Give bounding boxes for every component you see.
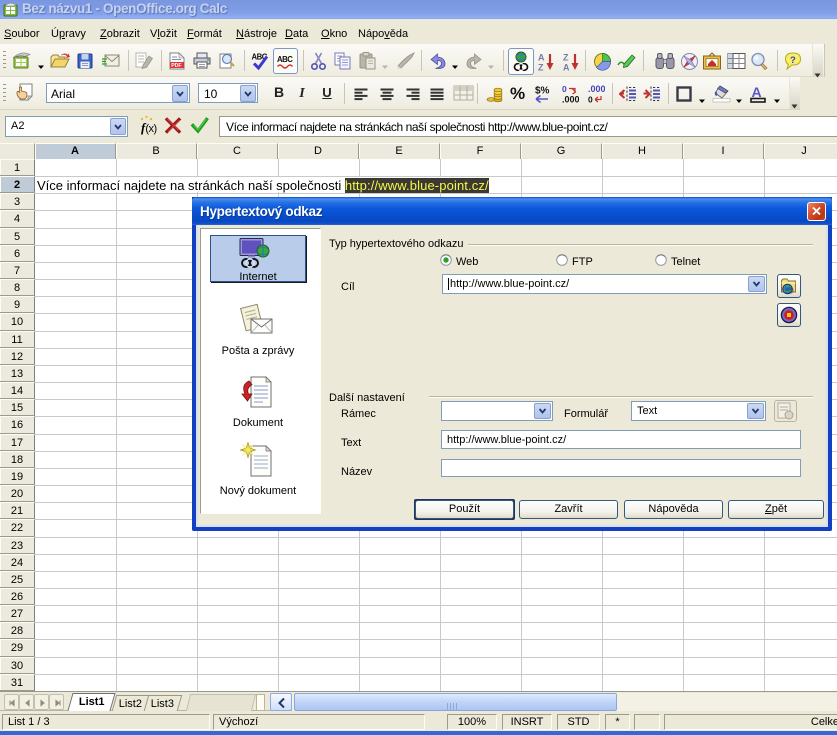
svg-text:A: A xyxy=(538,53,545,63)
svg-text:0: 0 xyxy=(562,84,567,94)
svg-text:A: A xyxy=(752,84,762,100)
svg-text:0: 0 xyxy=(588,95,593,105)
svg-text:.000: .000 xyxy=(562,95,579,105)
svg-text:$%: $% xyxy=(535,86,550,97)
svg-text:Z: Z xyxy=(563,53,569,63)
svg-text:.000: .000 xyxy=(588,84,605,94)
svg-text:A: A xyxy=(563,63,570,72)
svg-text:?: ? xyxy=(790,55,796,66)
svg-text:PDF: PDF xyxy=(171,63,181,69)
svg-text:Z: Z xyxy=(538,63,544,72)
svg-text:ABC: ABC xyxy=(277,55,293,64)
